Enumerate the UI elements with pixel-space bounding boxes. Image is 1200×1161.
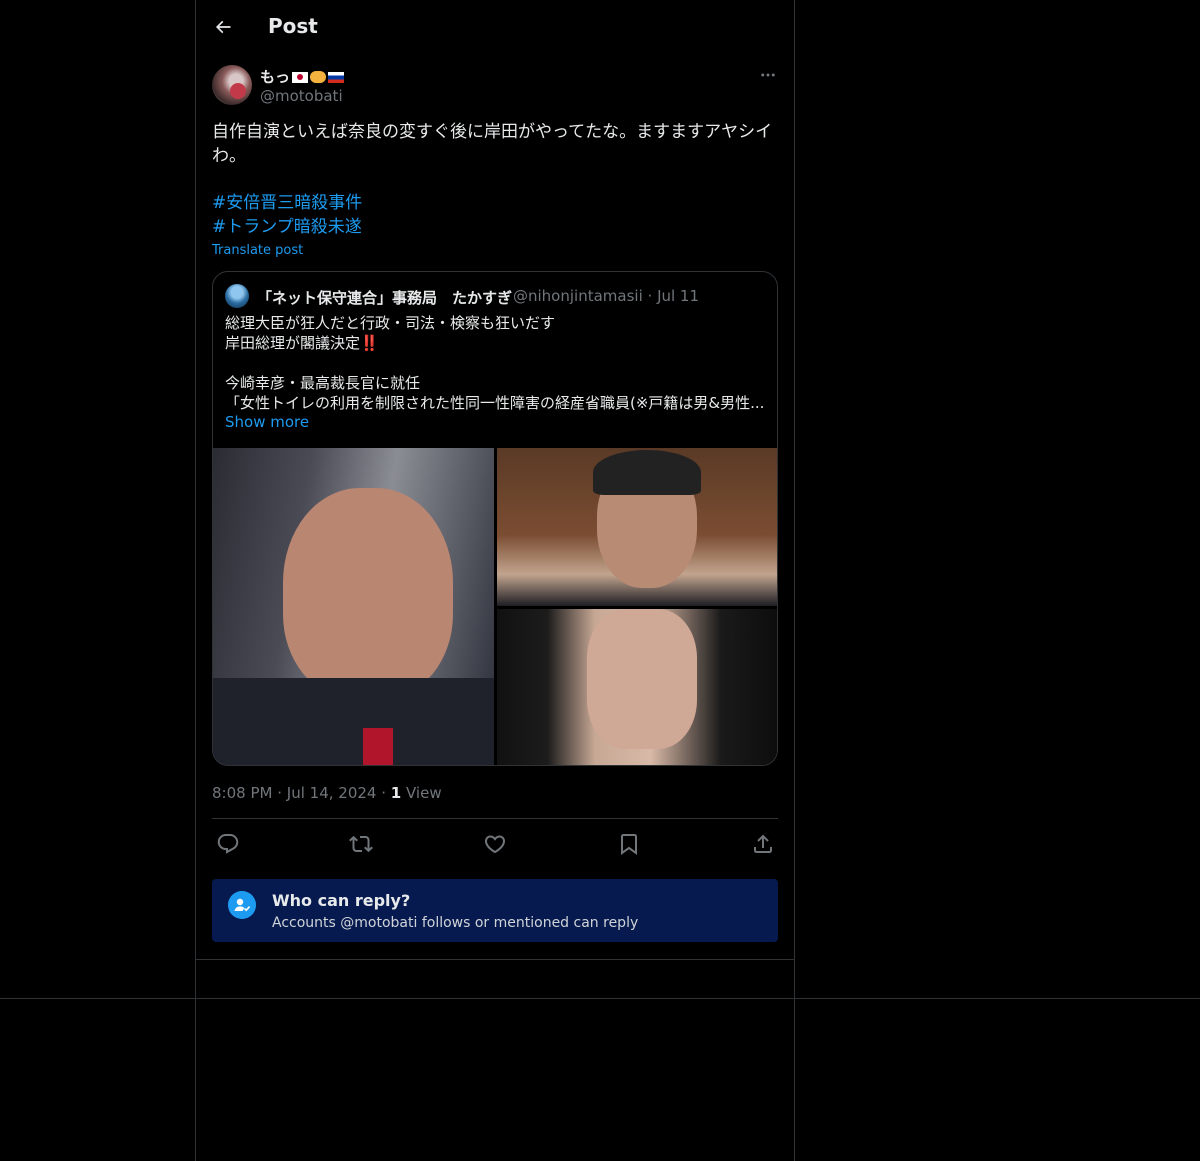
header: Post xyxy=(196,0,794,54)
russia-flag-icon xyxy=(328,72,345,83)
avatar[interactable] xyxy=(212,65,252,105)
view-count: 1 xyxy=(390,784,402,802)
quote-text-line: 岸田総理が閣議決定‼️ xyxy=(225,334,379,352)
author-display-name: もっ xyxy=(260,68,291,86)
divider xyxy=(212,818,778,819)
post-date[interactable]: Jul 14, 2024 xyxy=(287,784,377,802)
main-column: Post もっ @motobati 自作自演といえば奈良の変すぐ後に岸田がやって… xyxy=(195,0,795,1161)
handshake-icon xyxy=(310,71,327,83)
portrait-suit xyxy=(213,678,494,765)
quote-text-line: 「女性トイレの利用を制限された性同一性障害の経産省職員(※戸籍は男&男性... xyxy=(225,394,765,412)
post-metadata: 8:08 PM · Jul 14, 2024 · 1 View xyxy=(212,784,442,802)
share-icon[interactable] xyxy=(751,832,775,856)
quoted-post[interactable]: 「ネット保守連合」事務局 たかすぎ @nihonjintamasii · Jul… xyxy=(212,271,778,766)
person-check-icon xyxy=(228,891,256,919)
hashtag-link[interactable]: #安倍晋三暗殺事件 xyxy=(212,191,362,215)
quote-avatar xyxy=(225,284,249,308)
dot-separator: · xyxy=(381,784,391,802)
more-icon[interactable] xyxy=(758,66,778,84)
reply-icon[interactable] xyxy=(216,832,240,856)
quote-image-3[interactable] xyxy=(497,609,777,765)
view-label: View xyxy=(406,784,442,802)
portrait-face xyxy=(283,488,453,698)
translate-post-link[interactable]: Translate post xyxy=(212,243,303,258)
author-name[interactable]: もっ xyxy=(260,66,345,87)
quote-date: Jul 11 xyxy=(657,287,700,305)
quote-handle-date: @nihonjintamasii · Jul 11 xyxy=(513,287,699,305)
portrait-face xyxy=(587,609,697,749)
japan-flag-icon xyxy=(292,72,309,83)
portrait-tie xyxy=(363,728,393,765)
quote-image-1[interactable] xyxy=(213,448,494,765)
quote-image-2[interactable] xyxy=(497,448,777,606)
repost-icon[interactable] xyxy=(349,832,373,856)
who-can-reply-notice: Who can reply? Accounts @motobati follow… xyxy=(212,879,778,942)
page-title: Post xyxy=(268,14,318,38)
quote-text-line: 今崎幸彦・最高裁長官に就任 xyxy=(225,374,421,392)
quote-author-name: 「ネット保守連合」事務局 たかすぎ xyxy=(257,289,513,307)
post-time[interactable]: 8:08 PM xyxy=(212,784,272,802)
show-more-link[interactable]: Show more xyxy=(225,413,309,431)
notice-title: Who can reply? xyxy=(272,891,411,910)
quote-text-line: 総理大臣が狂人だと行政・司法・検察も狂いだす xyxy=(225,314,556,332)
portrait-hair xyxy=(593,450,701,495)
back-arrow-icon[interactable] xyxy=(213,17,233,37)
dot-separator: · xyxy=(647,287,658,305)
divider xyxy=(196,959,794,960)
like-icon[interactable] xyxy=(483,832,507,856)
post-text: 自作自演といえば奈良の変すぐ後に岸田がやってたな。ますますアヤシイわ。 xyxy=(212,122,773,166)
hashtag-link[interactable]: #トランプ暗殺未遂 xyxy=(212,215,362,239)
dot-separator: · xyxy=(277,784,287,802)
author-handle[interactable]: @motobati xyxy=(260,87,343,105)
notice-subtitle: Accounts @motobati follows or mentioned … xyxy=(272,915,639,931)
quote-author-handle: @nihonjintamasii xyxy=(513,287,643,305)
bookmark-icon[interactable] xyxy=(617,832,641,856)
